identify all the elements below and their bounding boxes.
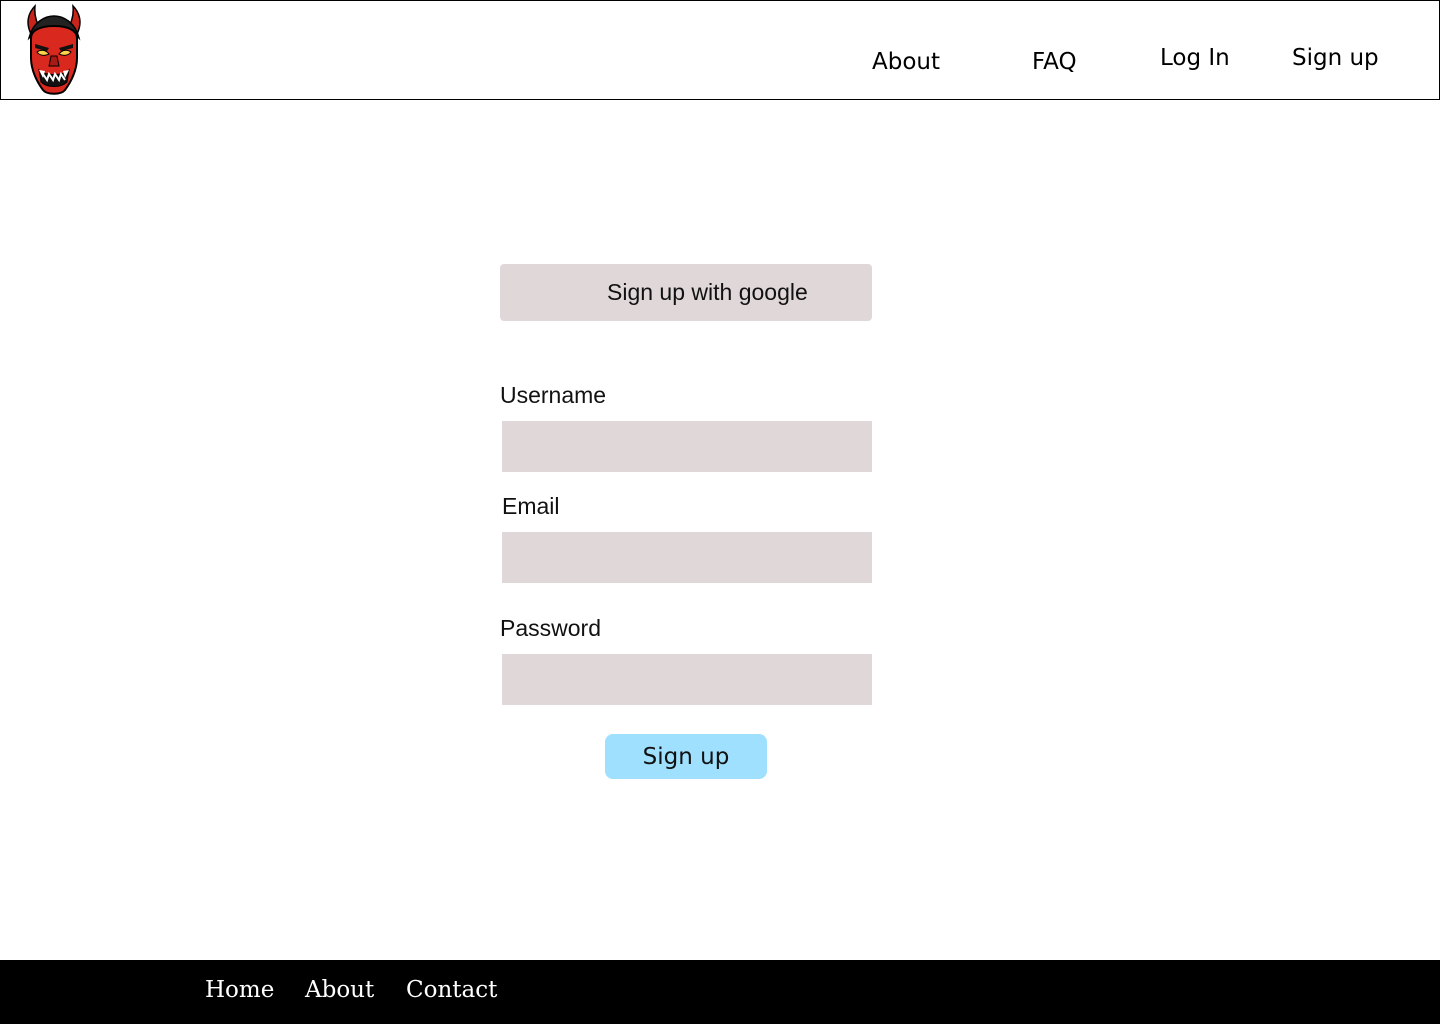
footer-contact-link[interactable]: Contact	[406, 977, 497, 1003]
password-label: Password	[500, 615, 601, 641]
footer-about-link[interactable]: About	[305, 977, 374, 1003]
username-input[interactable]	[502, 421, 872, 472]
nav-faq-link[interactable]: FAQ	[1032, 49, 1077, 75]
nav-login-link[interactable]: Log In	[1160, 45, 1230, 71]
signup-submit-button[interactable]: Sign up	[605, 734, 767, 779]
email-input[interactable]	[502, 532, 872, 583]
email-label: Email	[502, 493, 560, 519]
username-label: Username	[500, 382, 607, 408]
footer-home-link[interactable]: Home	[205, 977, 274, 1003]
password-input[interactable]	[502, 654, 872, 705]
oni-mask-logo-icon[interactable]	[21, 3, 87, 98]
nav-signup-link[interactable]: Sign up	[1292, 45, 1379, 71]
google-signup-button[interactable]: Sign up with google	[500, 264, 872, 321]
nav-about-link[interactable]: About	[872, 49, 940, 75]
